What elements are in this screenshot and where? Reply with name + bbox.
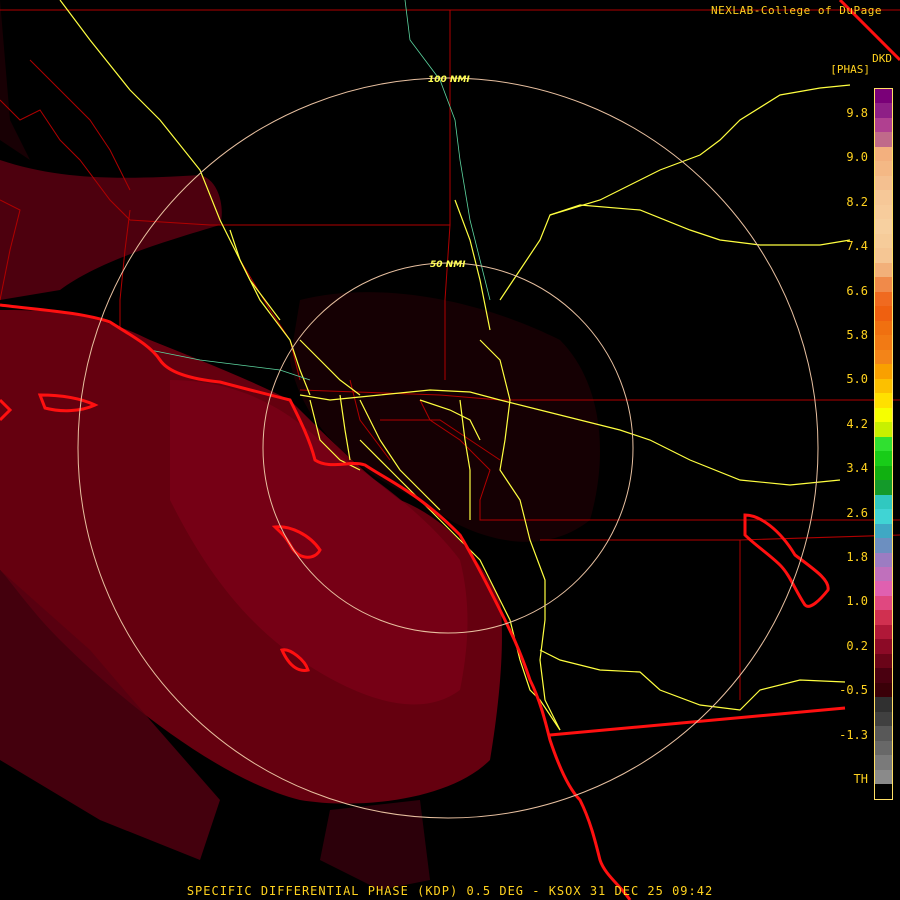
legend-bin — [875, 364, 892, 379]
legend-bin — [875, 769, 892, 785]
legend-bin — [875, 755, 892, 770]
legend-tick-label: 4.2 — [846, 416, 868, 431]
legend-bin — [875, 175, 892, 191]
legend-bin — [875, 639, 892, 654]
legend-bin — [875, 653, 892, 669]
product-code: DKD — [872, 52, 892, 65]
legend-tick-label: 7.4 — [846, 239, 868, 254]
legend-bin — [875, 624, 892, 640]
legend-bin — [875, 726, 892, 741]
legend-tick-label: TH — [853, 772, 868, 786]
legend-bin — [875, 711, 892, 727]
legend-bin — [875, 393, 892, 408]
legend-bin — [875, 581, 892, 596]
legend-bin — [875, 291, 892, 307]
legend-bin — [875, 509, 892, 524]
legend-bin — [875, 784, 892, 799]
legend-bin — [875, 117, 892, 133]
legend-bin — [875, 595, 892, 611]
legend-bin — [875, 89, 892, 104]
product-unit: [PHAS] — [830, 63, 870, 76]
legend-bin — [875, 378, 892, 394]
legend-bin — [875, 538, 892, 553]
legend-bin — [875, 190, 892, 205]
legend-tick-label: -1.3 — [839, 727, 868, 742]
legend-tick-label: 6.6 — [846, 283, 868, 298]
legend-bin — [875, 494, 892, 510]
legend-bin — [875, 204, 892, 220]
legend-bin — [875, 161, 892, 176]
legend-bin — [875, 682, 892, 698]
legend-tick-label: 1.8 — [846, 550, 868, 564]
legend-bin — [875, 306, 892, 321]
legend-bin — [875, 740, 892, 756]
legend-bin — [875, 422, 892, 437]
legend-bin — [875, 335, 892, 350]
legend-bin — [875, 465, 892, 481]
radar-map-view: 100 NMI 50 NMI NEXLAB-College of DuPage … — [0, 0, 900, 900]
legend-bin — [875, 436, 892, 452]
legend-bin — [875, 697, 892, 712]
legend-tick-label: 9.8 — [846, 106, 868, 120]
legend-bin — [875, 277, 892, 292]
product-footer: SPECIFIC DIFFERENTIAL PHASE (KDP) 0.5 DE… — [186, 884, 714, 898]
legend-tick-label: 3.4 — [846, 461, 868, 476]
legend-bin — [875, 132, 892, 147]
legend-tick-label: 2.6 — [846, 505, 868, 520]
legend-bin — [875, 146, 892, 162]
radar-map: 100 NMI 50 NMI — [0, 0, 900, 900]
legend-bin — [875, 552, 892, 567]
color-scale-legend — [874, 88, 893, 800]
legend-tick-label: 5.0 — [846, 372, 868, 387]
legend-bin — [875, 610, 892, 625]
range-label-50: 50 NMI — [430, 260, 466, 270]
legend-bin — [875, 103, 892, 118]
legend-tick-label: 0.2 — [846, 638, 868, 653]
legend-bin — [875, 219, 892, 234]
legend-bin — [875, 451, 892, 466]
legend-bin — [875, 523, 892, 539]
legend-bin — [875, 248, 892, 263]
legend-bin — [875, 668, 892, 683]
legend-bin — [875, 320, 892, 336]
legend-bin — [875, 233, 892, 249]
legend-tick-label: -0.5 — [839, 683, 868, 698]
legend-bin — [875, 407, 892, 423]
legend-bin — [875, 566, 892, 582]
legend-bin — [875, 480, 892, 495]
legend-tick-label: 5.8 — [846, 328, 868, 342]
legend-tick-label: 9.0 — [846, 150, 868, 165]
brand-label: NEXLAB-College of DuPage — [711, 4, 882, 17]
precipitation-echoes — [0, 0, 600, 890]
legend-bin — [875, 262, 892, 278]
legend-bin — [875, 349, 892, 365]
range-label-100: 100 NMI — [428, 75, 470, 85]
legend-tick-label: 8.2 — [846, 194, 868, 209]
legend-tick-label: 1.0 — [846, 594, 868, 609]
